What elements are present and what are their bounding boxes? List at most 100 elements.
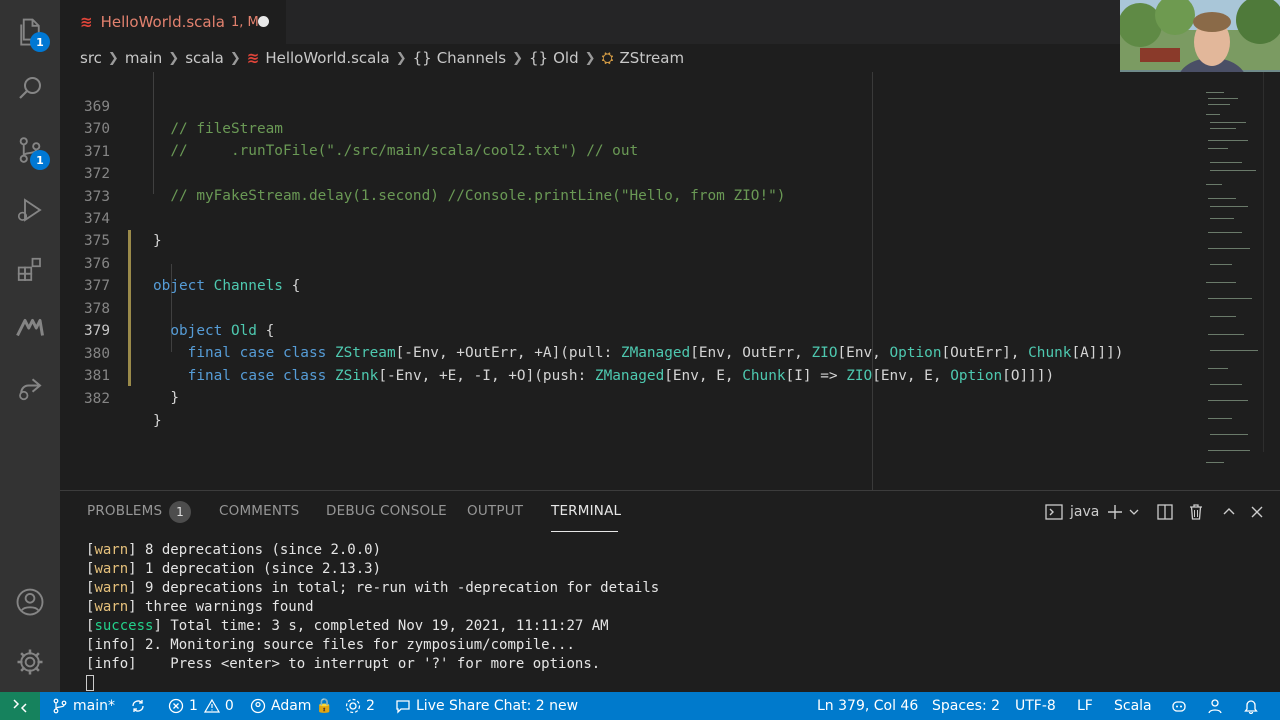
cursor-position[interactable]: Ln 379, Col 46 [817,692,918,720]
sync-icon [132,700,144,712]
line-ending[interactable]: LF [1077,692,1093,720]
run-debug-button[interactable] [0,182,60,238]
breadcrumb-old[interactable]: Old [553,49,579,67]
manage-button[interactable] [0,634,60,690]
split-icon [1157,504,1173,520]
copilot-button[interactable] [1170,692,1193,720]
extensions-button[interactable] [0,242,60,298]
code-line-active[interactable]: 379 final case class ZStream[-Env, +OutE… [60,298,1200,361]
breadcrumb-zstream[interactable]: ZStream [620,49,685,67]
code-line[interactable]: 373 [60,164,1200,205]
breadcrumb-channels[interactable]: Channels [437,49,506,67]
source-control-button[interactable]: 1 [0,122,60,178]
new-terminal-button[interactable] [1104,499,1126,525]
code-line[interactable]: 374 } [60,186,1200,249]
scala-file-icon: ≋ [246,49,260,67]
indentation[interactable]: Spaces: 2 [932,692,1000,720]
kill-terminal-button[interactable] [1185,499,1207,525]
participants-icon [345,698,361,714]
live-share-user-icon [250,698,266,714]
tab-comments[interactable]: COMMENTS [219,503,299,519]
tab-filename: HelloWorld.scala [100,13,225,31]
chevron-down-icon [1129,509,1139,515]
split-terminal-button[interactable] [1154,499,1176,525]
code-line[interactable]: 376 object Channels { [60,231,1200,294]
sync-button[interactable] [130,692,151,720]
editor-scrollbar[interactable] [1263,72,1264,452]
log-tag: info [94,656,129,672]
live-share-icon [19,378,42,401]
code-editor[interactable]: 369 // fileStream 370 // .runToFile("./s… [60,72,1280,490]
code-line[interactable]: 381 } [60,343,1200,406]
error-count: 1 [189,698,198,714]
terminal-icon [1045,504,1063,520]
encoding[interactable]: UTF-8 [1015,692,1056,720]
code-line[interactable]: 380 final case class ZSink[-Env, +E, -I,… [60,321,1200,384]
chevron-right-icon: ❯ [512,50,524,66]
terminal-line: [warn] 9 deprecations in total; re-run w… [86,580,660,596]
tab-terminal[interactable]: TERMINAL [551,503,621,519]
unsaved-dot-icon[interactable] [258,16,269,27]
breadcrumb-file[interactable]: HelloWorld.scala [265,49,389,67]
log-text: 8 deprecations (since 2.0.0) [136,542,382,558]
terminal-line: [warn] three warnings found [86,599,314,615]
code-line[interactable]: 372 // myFakeStream.delay(1.second) //Co… [60,141,1200,204]
lock-icon: 🔒 [315,698,333,714]
warning-icon [203,698,220,713]
live-share-chat[interactable]: Live Share Chat: 2 new [395,692,578,720]
remote-indicator[interactable] [0,692,40,720]
editor-tab[interactable]: ≋ HelloWorld.scala 1, M [60,0,286,44]
scala-file-icon: ≋ [80,13,93,31]
gear-icon [17,649,43,675]
extensions-icon [17,257,41,281]
live-share-participants[interactable]: 2 [345,692,375,720]
close-panel-button[interactable] [1246,499,1268,525]
tab-problems[interactable]: PROBLEMS [87,503,162,519]
metals-button[interactable] [0,300,60,356]
search-button[interactable] [0,60,60,116]
explorer-button[interactable]: 1 [0,4,60,60]
notifications-button[interactable] [1243,692,1264,720]
active-tab-indicator [551,531,618,532]
participant-count: 2 [366,698,375,714]
log-tag: success [94,618,154,634]
chevron-right-icon: ❯ [107,50,119,66]
explorer-badge: 1 [30,32,50,52]
breadcrumb-main[interactable]: main [125,49,162,67]
chevron-up-icon [1223,508,1235,515]
breadcrumb: src ❯ main ❯ scala ❯ ≋ HelloWorld.scala … [60,44,1120,72]
code-line[interactable]: 378 object Old { [60,276,1200,339]
code-line[interactable]: 371 [60,119,1200,160]
terminal-cursor [86,675,94,691]
tab-output[interactable]: OUTPUT [467,503,523,519]
terminal-prompt[interactable] [86,674,1266,693]
log-tag: warn [94,542,129,558]
code-line[interactable]: 369 // fileStream [60,74,1200,137]
live-share-button[interactable] [0,360,60,416]
live-share-user[interactable]: Adam 🔒 [250,692,333,720]
tab-debug-console[interactable]: DEBUG CONSOLE [326,503,447,519]
code-line[interactable]: 370 // .runToFile("./src/main/scala/cool… [60,96,1200,159]
copilot-icon [1172,701,1186,712]
breadcrumb-scala[interactable]: scala [185,49,224,67]
problems-status[interactable]: 1 0 [168,692,234,720]
warning-count: 0 [224,698,234,714]
git-branch-icon [53,698,67,714]
language-mode[interactable]: Scala [1114,692,1152,720]
code-line[interactable]: 382 } [60,366,1200,429]
metals-icon [16,319,44,337]
feedback-button[interactable] [1207,692,1228,720]
log-tag: warn [94,580,129,596]
terminal-line: [info] 2. Monitoring source files for zy… [86,637,575,653]
terminal-name: java [1070,504,1100,520]
log-text: Press <enter> to interrupt or '?' for mo… [136,656,601,672]
terminal-output[interactable]: [warn] 8 deprecations (since 2.0.0) [war… [86,541,1266,693]
minimap[interactable] [1202,88,1262,468]
terminal-dropdown-button[interactable] [1126,499,1142,525]
branch-status[interactable]: main* [52,692,115,720]
code-line[interactable]: 377 [60,253,1200,294]
code-line[interactable]: 375 [60,208,1200,249]
maximize-panel-button[interactable] [1218,499,1240,525]
accounts-button[interactable] [0,574,60,630]
breadcrumb-src[interactable]: src [80,49,102,67]
